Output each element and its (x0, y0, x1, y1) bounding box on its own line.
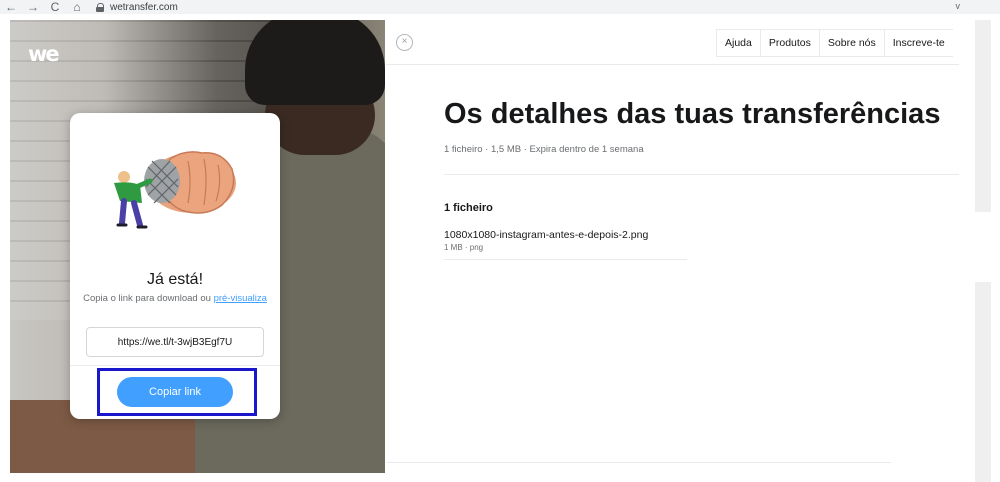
nav-item-inscreve-te[interactable]: Inscreve-te (883, 29, 953, 57)
share-link-field[interactable]: https://we.tl/t-3wjB3Egf7U (86, 327, 264, 357)
back-icon[interactable]: ← (0, 0, 22, 14)
forward-icon[interactable]: → (22, 0, 44, 14)
divider (70, 365, 280, 366)
files-heading: 1 ficheiro (444, 202, 493, 214)
transfer-complete-card: Já está! Copia o link para download ou p… (70, 113, 280, 419)
chevron-down-icon[interactable]: v (956, 1, 961, 11)
page-title: Os detalhes das tuas transferências (444, 98, 941, 130)
address-bar[interactable]: wetransfer.com (96, 2, 178, 13)
wetransfer-logo[interactable]: we (28, 42, 60, 66)
nav-item-produtos[interactable]: Produtos (759, 29, 819, 57)
success-title: Já está! (146, 271, 204, 288)
browser-toolbar: ← → C ⌂ wetransfer.com v (0, 0, 1000, 14)
copy-link-button[interactable]: Copiar link (117, 377, 233, 407)
scrollbar[interactable] (975, 282, 991, 482)
divider (386, 462, 891, 463)
top-navigation: Ajuda Produtos Sobre nós Inscreve-te (716, 29, 953, 57)
address-url: wetransfer.com (110, 1, 178, 13)
divider (444, 259, 687, 260)
reload-icon[interactable]: C (44, 0, 66, 14)
lock-icon (96, 2, 104, 12)
download-instructions: Copia o link para download ou pré-visual… (83, 293, 267, 304)
transfer-meta: 1 ficheiro · 1,5 MB · Expira dentro de 1… (444, 144, 644, 155)
scrollbar[interactable] (975, 20, 991, 212)
file-name[interactable]: 1080x1080-instagram-antes-e-depois-2.png (444, 229, 648, 241)
home-icon[interactable]: ⌂ (66, 0, 88, 14)
fist-illustration-icon (114, 151, 236, 229)
nav-item-ajuda[interactable]: Ajuda (716, 29, 760, 57)
file-meta: 1 MB · png (444, 243, 484, 252)
close-icon[interactable]: × (396, 34, 413, 51)
preview-link[interactable]: pré-visualiza (214, 293, 267, 304)
divider (444, 174, 959, 175)
header-divider (386, 64, 959, 65)
nav-item-sobre-nos[interactable]: Sobre nós (818, 29, 884, 57)
